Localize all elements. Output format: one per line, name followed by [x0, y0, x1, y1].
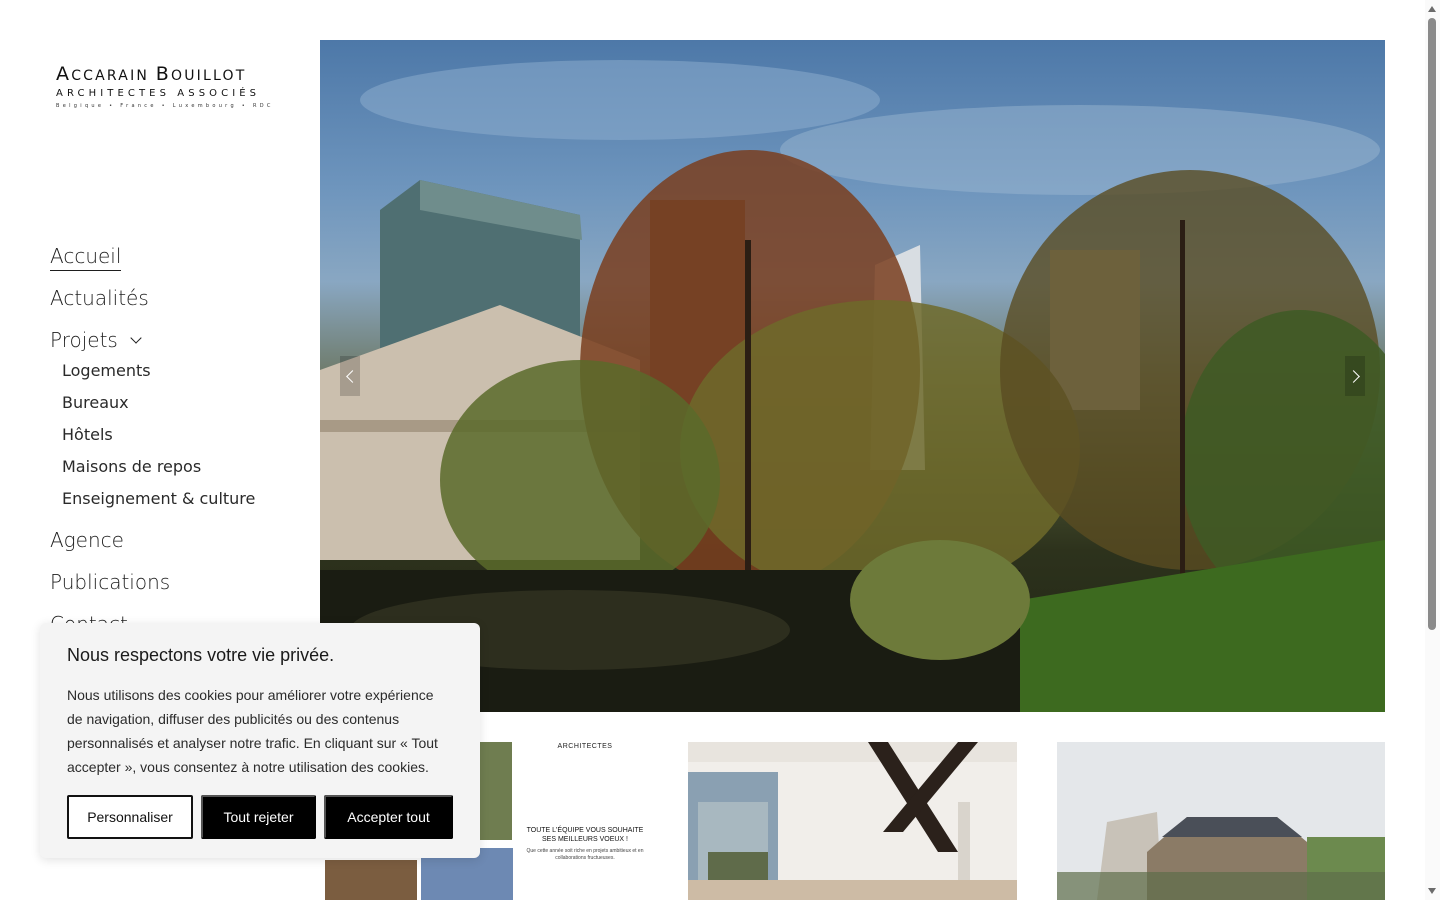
logo-wordmark: Accarain Bouillot — [56, 63, 247, 85]
slideshow-prev-button[interactable] — [340, 356, 360, 396]
thumbnail-note-text: Que cette année soit riche en projets am… — [526, 848, 644, 861]
customize-cookies-button[interactable]: Personnaliser — [67, 795, 193, 839]
interior-photo — [688, 742, 1017, 900]
submenu-item-hotels[interactable]: Hôtels — [62, 424, 310, 456]
hero-image — [320, 60, 1385, 712]
slideshow-next-button[interactable] — [1345, 356, 1365, 396]
cookie-banner-title: Nous respectons votre vie privée. — [67, 645, 335, 665]
logo-subtitle: Architectes Associés — [56, 88, 261, 99]
submenu-item-maisons-de-repos[interactable]: Maisons de repos — [62, 456, 310, 488]
nav-item-agence[interactable]: Agence — [50, 524, 310, 566]
thumbnail-photo — [480, 742, 512, 840]
thumbnail-photo — [325, 860, 417, 900]
thumbnail-heading: ACCARAIN BOUILLOT ARCHITECTES — [544, 742, 625, 750]
scroll-up-icon[interactable] — [1428, 6, 1436, 12]
building-render — [1057, 742, 1385, 900]
cookie-banner-actions: Personnaliser Tout rejeter Accepter tout — [67, 795, 453, 839]
nav-item-publications[interactable]: Publications — [50, 566, 310, 608]
chevron-down-icon[interactable] — [130, 332, 142, 344]
submenu-item-enseignement-culture[interactable]: Enseignement & culture — [62, 488, 310, 520]
nav-item-actualites[interactable]: Actualités — [50, 282, 310, 324]
page-scrollbar[interactable] — [1425, 0, 1440, 900]
submenu-item-logements[interactable]: Logements — [62, 360, 310, 392]
news-thumbnail-building-render[interactable] — [1057, 742, 1385, 900]
reject-all-cookies-button[interactable]: Tout rejeter — [201, 795, 316, 839]
scroll-down-icon[interactable] — [1428, 888, 1436, 894]
cookie-banner-text: Nous utilisons des cookies pour améliore… — [67, 687, 438, 775]
accept-all-cookies-button[interactable]: Accepter tout — [324, 795, 453, 839]
scrollbar-thumb[interactable] — [1428, 18, 1436, 630]
chevron-right-icon — [1346, 369, 1360, 383]
thumbnail-wish-text: TOUTE L'ÉQUIPE VOUS SOUHAITE SES MEILLEU… — [526, 827, 644, 843]
news-thumbnail-interior[interactable] — [688, 742, 1017, 900]
cookie-consent-banner: Nous respectons votre vie privée. Nous u… — [40, 623, 480, 858]
chevron-left-icon — [345, 369, 359, 383]
logo-locations: Belgique • France • Luxembourg • RDC — [56, 103, 274, 109]
nav-item-accueil[interactable]: Accueil — [50, 240, 310, 282]
main-navigation: Accueil Actualités Projets Logements Bur… — [50, 240, 310, 650]
projets-submenu: Logements Bureaux Hôtels Maisons de repo… — [62, 360, 310, 520]
hero-slideshow — [320, 40, 1385, 712]
submenu-item-bureaux[interactable]: Bureaux — [62, 392, 310, 424]
site-logo[interactable]: Accarain Bouillot Architectes Associés B… — [56, 63, 274, 109]
